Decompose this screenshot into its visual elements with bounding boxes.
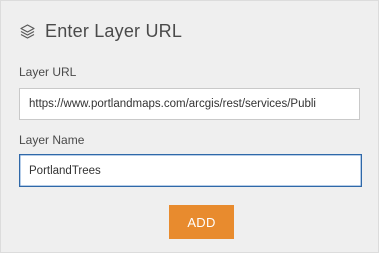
layer-url-input[interactable] [19,88,360,120]
enter-layer-url-panel: Enter Layer URL Layer URL Layer Name ADD [0,0,379,253]
panel-header: Enter Layer URL [19,19,182,43]
layers-icon [19,23,36,40]
layer-name-input[interactable] [19,154,362,187]
layer-url-label: Layer URL [19,65,77,79]
add-button[interactable]: ADD [169,205,234,239]
panel-title: Enter Layer URL [45,20,183,41]
layer-name-label: Layer Name [19,133,85,147]
